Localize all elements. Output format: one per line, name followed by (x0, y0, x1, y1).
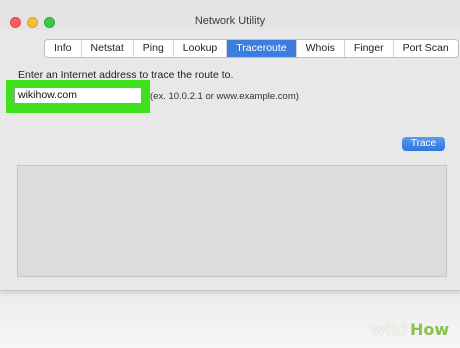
window-title: Network Utility (194, 15, 266, 27)
trace-output-area[interactable] (17, 165, 447, 277)
address-hint: (ex. 10.0.2.1 or www.example.com) (150, 91, 299, 102)
tab-netstat[interactable]: Netstat (82, 40, 134, 57)
trace-button[interactable]: Trace (402, 137, 445, 151)
tab-lookup[interactable]: Lookup (174, 40, 228, 57)
watermark-how: How (410, 320, 450, 339)
tab-bar: Info Netstat Ping Lookup Traceroute Whoi… (44, 39, 459, 58)
address-input[interactable] (14, 87, 142, 104)
tab-ping[interactable]: Ping (134, 40, 174, 57)
tab-port-scan[interactable]: Port Scan (394, 40, 458, 57)
titlebar: Network Utility (0, 0, 460, 30)
tab-info[interactable]: Info (45, 40, 82, 57)
tab-finger[interactable]: Finger (345, 40, 394, 57)
watermark-wiki: wiki (371, 320, 408, 339)
tab-traceroute[interactable]: Traceroute (227, 40, 297, 57)
tab-whois[interactable]: Whois (297, 40, 345, 57)
network-utility-window: Network Utility Info Netstat Ping Lookup… (0, 0, 460, 291)
